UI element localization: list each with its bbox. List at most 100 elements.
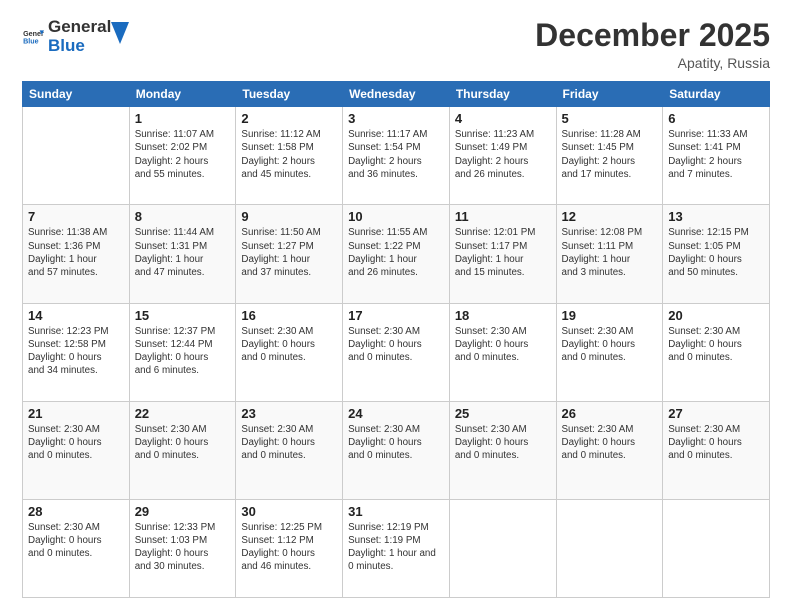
calendar-cell: 6 Sunrise: 11:33 AM Sunset: 1:41 PM Dayli… — [663, 107, 770, 205]
day-info: Sunrise: 11:50 AM Sunset: 1:27 PM Daylig… — [241, 226, 337, 279]
calendar-cell: 16Sunset: 2:30 AM Daylight: 0 hours and … — [236, 303, 343, 401]
calendar-cell: 25 Sunset: 2:30 AM Daylight: 0 hours and … — [449, 401, 556, 499]
day-info: Sunrise: 12:01 PM Sunset: 1:17 PM Daylig… — [455, 226, 551, 279]
calendar-cell: 7Sunrise: 11:38 AM Sunset: 1:36 PM Dayli… — [23, 205, 130, 303]
day-number: 7 — [28, 209, 124, 224]
day-number: 20 — [668, 308, 764, 323]
calendar-cell: 23 Sunset: 2:30 AM Daylight: 0 hours and … — [236, 401, 343, 499]
day-number: 26 — [562, 406, 658, 421]
month-title: December 2025 — [535, 18, 770, 53]
calendar-week-row: 21 Sunset: 2:30 AM Daylight: 0 hours and … — [23, 401, 770, 499]
calendar-cell — [663, 499, 770, 597]
day-number: 19 — [562, 308, 658, 323]
day-number: 28 — [28, 504, 124, 519]
day-info: Sunrise: 12:33 PM Sunset: 1:03 PM Daylig… — [135, 521, 231, 574]
day-number: 22 — [135, 406, 231, 421]
day-info: Sunset: 2:30 AM Daylight: 0 hours and 0 … — [455, 325, 551, 365]
logo: General Blue General Blue — [22, 18, 129, 55]
day-number: 30 — [241, 504, 337, 519]
day-info: Sunrise: 11:17 AM Sunset: 1:54 PM Daylig… — [348, 128, 444, 181]
day-info: Sunrise: 12:08 PM Sunset: 1:11 PM Daylig… — [562, 226, 658, 279]
top-area: General Blue General Blue December 2025 … — [22, 18, 770, 71]
calendar-body: 1 Sunrise: 11:07 AM Sunset: 2:02 PM Dayli… — [23, 107, 770, 598]
calendar-cell — [556, 499, 663, 597]
calendar-cell: 17Sunset: 2:30 AM Daylight: 0 hours and … — [343, 303, 450, 401]
logo-icon: General Blue — [22, 26, 44, 48]
weekday-header-wednesday: Wednesday — [343, 82, 450, 107]
calendar-page: General Blue General Blue December 2025 … — [0, 0, 792, 612]
day-number: 1 — [135, 111, 231, 126]
weekday-header-tuesday: Tuesday — [236, 82, 343, 107]
day-number: 31 — [348, 504, 444, 519]
logo-triangle-icon — [111, 22, 129, 44]
calendar-cell: 11 Sunrise: 12:01 PM Sunset: 1:17 PM Dayl… — [449, 205, 556, 303]
day-info: Sunrise: 12:25 PM Sunset: 1:12 PM Daylig… — [241, 521, 337, 574]
day-info: Sunrise: 12:19 PM Sunset: 1:19 PM Daylig… — [348, 521, 444, 574]
day-number: 3 — [348, 111, 444, 126]
calendar-cell: 8Sunrise: 11:44 AM Sunset: 1:31 PM Dayli… — [129, 205, 236, 303]
day-number: 11 — [455, 209, 551, 224]
calendar-cell: 26 Sunset: 2:30 AM Daylight: 0 hours and … — [556, 401, 663, 499]
calendar-cell: 13 Sunrise: 12:15 PM Sunset: 1:05 PM Dayl… — [663, 205, 770, 303]
calendar-cell: 31 Sunrise: 12:19 PM Sunset: 1:19 PM Dayl… — [343, 499, 450, 597]
calendar-cell: 3 Sunrise: 11:17 AM Sunset: 1:54 PM Dayli… — [343, 107, 450, 205]
day-number: 15 — [135, 308, 231, 323]
calendar-cell: 9 Sunrise: 11:50 AM Sunset: 1:27 PM Dayli… — [236, 205, 343, 303]
calendar-cell: 4 Sunrise: 11:23 AM Sunset: 1:49 PM Dayli… — [449, 107, 556, 205]
day-info: Sunrise: 11:28 AM Sunset: 1:45 PM Daylig… — [562, 128, 658, 181]
day-number: 12 — [562, 209, 658, 224]
calendar-cell: 27 Sunset: 2:30 AM Daylight: 0 hours and … — [663, 401, 770, 499]
day-number: 25 — [455, 406, 551, 421]
calendar-week-row: 28 Sunset: 2:30 AM Daylight: 0 hours and … — [23, 499, 770, 597]
day-info: Sunrise: 12:15 PM Sunset: 1:05 PM Daylig… — [668, 226, 764, 279]
weekday-header-sunday: Sunday — [23, 82, 130, 107]
day-info: Sunset: 2:30 AM Daylight: 0 hours and 0 … — [28, 423, 124, 463]
day-info: Sunset: 2:30 AM Daylight: 0 hours and 0 … — [668, 325, 764, 365]
title-area: December 2025 Apatity, Russia — [535, 18, 770, 71]
day-number: 27 — [668, 406, 764, 421]
day-number: 4 — [455, 111, 551, 126]
calendar-week-row: 7Sunrise: 11:38 AM Sunset: 1:36 PM Dayli… — [23, 205, 770, 303]
day-number: 17 — [348, 308, 444, 323]
calendar-table: SundayMondayTuesdayWednesdayThursdayFrid… — [22, 81, 770, 598]
day-info: Sunset: 2:30 AM Daylight: 0 hours and 0 … — [668, 423, 764, 463]
calendar-cell: 29 Sunrise: 12:33 PM Sunset: 1:03 PM Dayl… — [129, 499, 236, 597]
calendar-cell — [449, 499, 556, 597]
day-info: Sunset: 2:30 AM Daylight: 0 hours and 0 … — [241, 423, 337, 463]
day-info: Sunrise: 11:23 AM Sunset: 1:49 PM Daylig… — [455, 128, 551, 181]
weekday-header-thursday: Thursday — [449, 82, 556, 107]
calendar-cell: 12 Sunrise: 12:08 PM Sunset: 1:11 PM Dayl… — [556, 205, 663, 303]
day-info: Sunset: 2:30 AM Daylight: 0 hours and 0 … — [348, 423, 444, 463]
logo-general: General — [48, 18, 111, 37]
day-info: Sunset: 2:30 AM Daylight: 0 hours and 0 … — [241, 325, 337, 365]
calendar-cell: 14Sunrise: 12:23 PM Sunset: 12:58 PM Day… — [23, 303, 130, 401]
calendar-cell: 10Sunrise: 11:55 AM Sunset: 1:22 PM Dayl… — [343, 205, 450, 303]
day-number: 9 — [241, 209, 337, 224]
day-number: 13 — [668, 209, 764, 224]
day-number: 24 — [348, 406, 444, 421]
calendar-cell: 1 Sunrise: 11:07 AM Sunset: 2:02 PM Dayli… — [129, 107, 236, 205]
day-number: 14 — [28, 308, 124, 323]
day-info: Sunrise: 12:37 PM Sunset: 12:44 PM Dayli… — [135, 325, 231, 378]
calendar-cell — [23, 107, 130, 205]
weekday-header-saturday: Saturday — [663, 82, 770, 107]
day-number: 2 — [241, 111, 337, 126]
day-number: 23 — [241, 406, 337, 421]
day-number: 21 — [28, 406, 124, 421]
weekday-header-friday: Friday — [556, 82, 663, 107]
day-info: Sunrise: 11:07 AM Sunset: 2:02 PM Daylig… — [135, 128, 231, 181]
day-number: 18 — [455, 308, 551, 323]
day-info: Sunset: 2:30 AM Daylight: 0 hours and 0 … — [562, 423, 658, 463]
day-number: 29 — [135, 504, 231, 519]
day-info: Sunset: 2:30 AM Daylight: 0 hours and 0 … — [28, 521, 124, 561]
day-number: 6 — [668, 111, 764, 126]
calendar-header-row: SundayMondayTuesdayWednesdayThursdayFrid… — [23, 82, 770, 107]
calendar-cell: 18 Sunset: 2:30 AM Daylight: 0 hours and … — [449, 303, 556, 401]
logo-blue: Blue — [48, 37, 111, 56]
day-info: Sunset: 2:30 AM Daylight: 0 hours and 0 … — [455, 423, 551, 463]
calendar-cell: 28 Sunset: 2:30 AM Daylight: 0 hours and … — [23, 499, 130, 597]
day-number: 10 — [348, 209, 444, 224]
day-info: Sunrise: 11:44 AM Sunset: 1:31 PM Daylig… — [135, 226, 231, 279]
day-info: Sunrise: 11:33 AM Sunset: 1:41 PM Daylig… — [668, 128, 764, 181]
location-subtitle: Apatity, Russia — [535, 55, 770, 71]
